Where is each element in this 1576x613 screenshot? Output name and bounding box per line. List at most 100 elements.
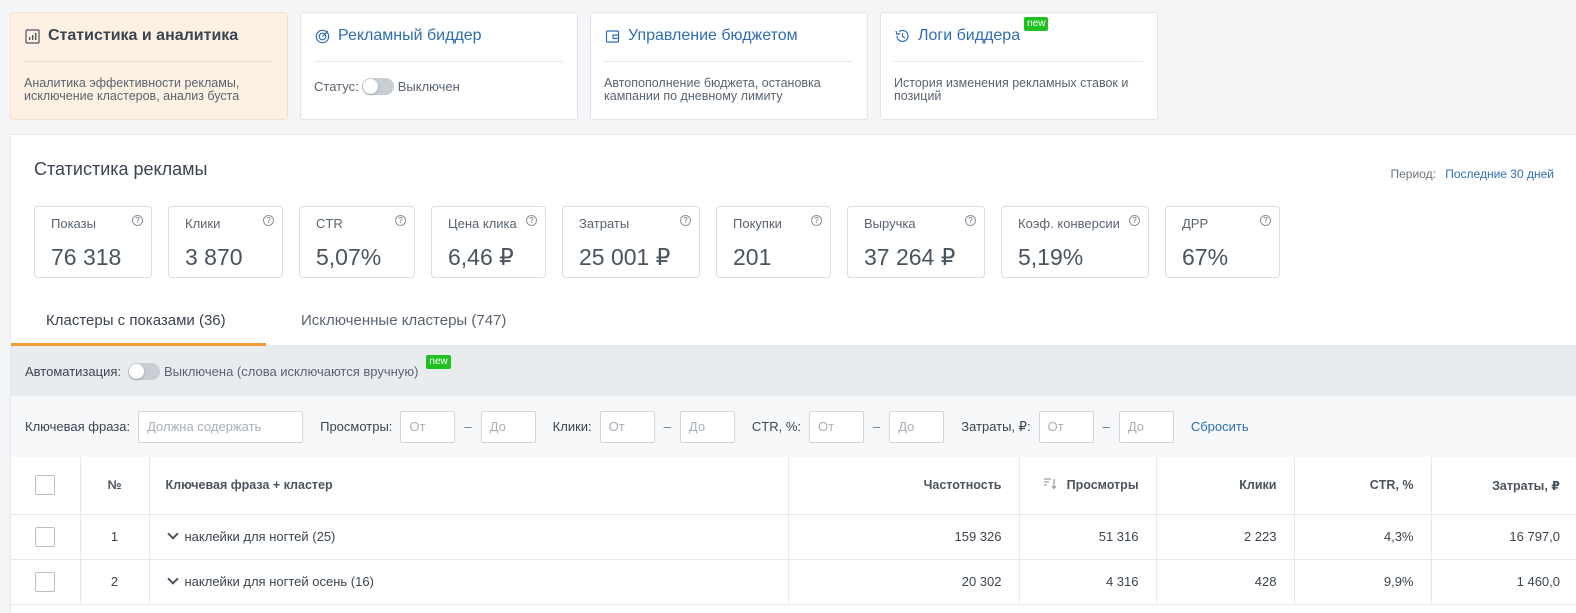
select-all-checkbox[interactable]	[35, 475, 56, 496]
row-frequency: 20 302	[788, 559, 1020, 605]
page-title: Статистика рекламы	[34, 159, 208, 179]
cost-filter-label: Затраты, ₽:	[961, 418, 1031, 434]
help-icon[interactable]: ?	[811, 215, 822, 226]
kpi-value: 6,46 ₽	[448, 244, 514, 270]
row-ctr: 4,3%	[1294, 514, 1432, 560]
kpi-card-ctr: CTR 5,07% ?	[299, 206, 415, 278]
kpi-card-clicks: Клики 3 870 ?	[168, 206, 283, 278]
row-cost: 16 797,0	[1431, 514, 1576, 560]
kpi-value: 5,07%	[316, 244, 382, 270]
kpi-value: 201	[733, 244, 772, 270]
range-dash: –	[464, 419, 472, 434]
nav-card-description: История изменения рекламных ставок и поз…	[894, 76, 1129, 103]
table-row: 2 наклейки для ногтей осень (16) 20 302 …	[11, 559, 1576, 605]
col-frequency[interactable]: Частотность	[788, 457, 1020, 515]
automation-toggle[interactable]	[127, 362, 160, 380]
row-clicks: 428	[1156, 559, 1295, 605]
kpi-card-revenue: Выручка 37 264 ₽ ?	[847, 206, 985, 278]
col-ctr[interactable]: CTR, %	[1294, 457, 1432, 515]
target-icon	[314, 28, 330, 44]
row-number: 1	[80, 514, 150, 560]
clicks-from-input[interactable]: От	[599, 410, 655, 443]
nav-card-description: Аналитика эффективности рекламы, исключе…	[24, 76, 240, 103]
views-to-input[interactable]: До	[480, 410, 536, 443]
row-cost: 1 460,0	[1431, 559, 1576, 605]
nav-card-title: Управление бюджетом	[628, 27, 798, 44]
nav-card-title: Статистика и аналитика	[48, 27, 239, 44]
clicks-to-input[interactable]: До	[679, 410, 735, 443]
col-cost[interactable]: Затраты, ₽	[1431, 457, 1576, 515]
kpi-value: 25 001 ₽	[579, 244, 671, 270]
keyword-filter-label: Ключевая фраза:	[25, 419, 131, 434]
nav-card-description: Автопополнение бюджета, остановка кампан…	[604, 76, 821, 103]
help-icon[interactable]: ?	[526, 215, 537, 226]
ctr-filter-label: CTR, %:	[751, 419, 801, 434]
help-icon[interactable]: ?	[1129, 215, 1140, 226]
kpi-value: 5,19%	[1018, 244, 1084, 270]
nav-card-header: Рекламный биддер	[314, 25, 563, 62]
views-filter-label: Просмотры:	[320, 419, 393, 434]
row-frequency: 159 326	[788, 514, 1020, 560]
kpi-value: 3 870	[185, 244, 243, 270]
sort-icon[interactable]	[1043, 478, 1057, 493]
row-checkbox[interactable]	[35, 571, 56, 592]
cluster-tabs: Кластеры с показами (36) Исключенные кла…	[11, 296, 1576, 346]
bidder-status-toggle[interactable]	[361, 78, 394, 95]
help-icon[interactable]: ?	[965, 215, 976, 226]
kpi-card-cost: Затраты 25 001 ₽ ?	[562, 206, 700, 278]
row-ctr: 9,9%	[1294, 559, 1432, 605]
range-dash: –	[663, 419, 671, 434]
row-phrase-text: наклейки для ногтей (25)	[184, 529, 336, 544]
ctr-from-input[interactable]: От	[809, 410, 864, 443]
tab-clusters-with-impressions[interactable]: Кластеры с показами (36)	[46, 312, 226, 329]
period-label: Период:	[1390, 167, 1436, 181]
row-views: 51 316	[1019, 514, 1157, 560]
chevron-down-icon[interactable]	[166, 573, 179, 585]
range-dash: –	[873, 419, 881, 434]
row-phrase[interactable]: наклейки для ногтей (25)	[149, 514, 789, 560]
history-icon	[894, 28, 910, 44]
help-icon[interactable]: ?	[395, 215, 406, 226]
kpi-card-impressions: Показы 76 318 ?	[34, 206, 152, 278]
period-link[interactable]: Последние 30 дней	[1445, 167, 1554, 181]
help-icon[interactable]: ?	[680, 215, 691, 226]
row-checkbox[interactable]	[35, 526, 56, 547]
automation-status: Выключена (слова исключаются вручную)	[163, 363, 419, 379]
row-phrase-text: наклейки для ногтей осень (16)	[184, 574, 374, 589]
select-all-cell	[11, 457, 81, 515]
chevron-down-icon[interactable]	[166, 528, 179, 540]
help-icon[interactable]: ?	[1260, 215, 1271, 226]
kpi-value: 37 264 ₽	[864, 244, 956, 270]
row-phrase[interactable]: наклейки для ногтей осень (16)	[149, 559, 789, 605]
nav-card-statistics[interactable]: Статистика и аналитика Аналитика эффекти…	[10, 12, 288, 120]
reset-filters-link[interactable]: Сбросить	[1191, 419, 1249, 434]
ad-statistics-panel: Статистика рекламы Период: Последние 30 …	[10, 134, 1576, 613]
kpi-row: Показы 76 318 ? Клики 3 870 ? CTR 5,07% …	[34, 206, 1296, 278]
chart-icon	[24, 28, 40, 44]
nav-card-bidder-logs[interactable]: Логи биддера new История изменения рекла…	[880, 12, 1158, 120]
help-icon[interactable]: ?	[132, 215, 143, 226]
new-badge: new	[426, 355, 451, 369]
nav-card-bidder[interactable]: Рекламный биддер Статус: Выключен	[300, 12, 578, 120]
col-number: №	[80, 457, 150, 515]
ctr-to-input[interactable]: До	[889, 410, 945, 443]
cost-from-input[interactable]: От	[1038, 410, 1094, 443]
clicks-filter-label: Клики:	[552, 419, 592, 434]
keyword-filter-input[interactable]: Должна содержать	[138, 410, 304, 443]
views-from-input[interactable]: От	[400, 410, 456, 443]
status-label: Статус:	[314, 79, 359, 94]
col-phrase[interactable]: Ключевая фраза + кластер	[149, 457, 789, 515]
clusters-table: № Ключевая фраза + кластер Частотность П…	[11, 457, 1576, 605]
kpi-card-conversion: Коэф. конверсии 5,19% ?	[1001, 206, 1149, 278]
nav-card-budget[interactable]: Управление бюджетом Автопополнение бюдже…	[590, 12, 868, 120]
tab-excluded-clusters[interactable]: Исключенные кластеры (747)	[301, 312, 506, 329]
kpi-card-purchases: Покупки 201 ?	[716, 206, 831, 278]
nav-card-header: Логи биддера new	[894, 17, 1143, 62]
help-icon[interactable]: ?	[263, 215, 274, 226]
row-views: 4 316	[1019, 559, 1157, 605]
row-select-cell	[11, 559, 81, 605]
nav-card-title: Логи биддера	[918, 27, 1021, 44]
cost-to-input[interactable]: До	[1118, 410, 1174, 443]
col-clicks[interactable]: Клики	[1156, 457, 1295, 515]
col-views[interactable]: Просмотры	[1019, 457, 1157, 515]
